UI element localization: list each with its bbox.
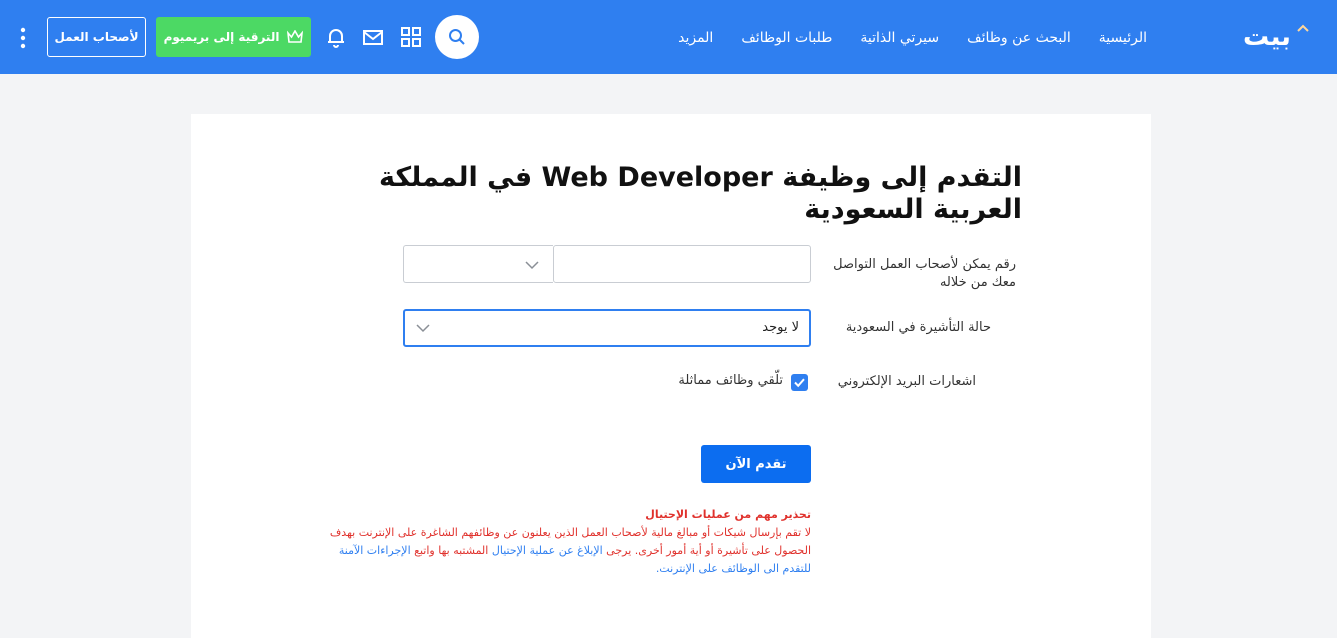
nav-home[interactable]: الرئيسية [1099, 26, 1147, 50]
page-title: التقدم إلى وظيفة Web Developer في المملك… [379, 162, 1022, 225]
nav-more[interactable]: المزيد [678, 26, 713, 50]
fraud-warning-text: لا تقم بإرسال شيكات أو مبالغ مالية لأصحا… [311, 524, 811, 578]
logo-caret-icon [1297, 24, 1309, 32]
fraud-warning-title: تحذير مهم من عمليات الإحتيال [645, 508, 811, 521]
nav-job-search[interactable]: البحث عن وظائف [967, 26, 1071, 50]
search-icon [449, 29, 465, 45]
bayt-logo[interactable]: بيت [1227, 20, 1307, 54]
chevron-down-icon [416, 324, 430, 333]
mail-icon[interactable] [362, 26, 384, 48]
visa-status-value: لا يوجد [762, 320, 799, 335]
chevron-down-icon [525, 261, 539, 270]
report-fraud-link[interactable]: الإبلاغ عن عملية الإحتيال [492, 544, 603, 557]
apps-grid-icon[interactable] [400, 26, 422, 48]
visa-status-select[interactable]: لا يوجد [403, 309, 811, 347]
nav-applications[interactable]: طلبات الوظائف [741, 26, 832, 50]
upgrade-premium-label: الترقية إلى بريميوم [163, 30, 280, 44]
bell-icon[interactable] [325, 26, 347, 48]
apply-form-card: التقدم إلى وظيفة Web Developer في المملك… [191, 114, 1151, 638]
fraud-warning-text-2: المشتبه بها واتبع [410, 544, 492, 557]
similar-jobs-checkbox[interactable] [791, 374, 808, 391]
crown-icon [287, 30, 304, 43]
nav-my-cv[interactable]: سيرتي الذاتية [860, 26, 939, 50]
phone-label: رقم يمكن لأصحاب العمل التواصل معك من خلا… [833, 257, 1016, 290]
visa-status-label: حالة التأشيرة في السعودية [845, 320, 991, 335]
employers-button[interactable]: لأصحاب العمل [47, 17, 146, 57]
top-navbar: بيت الرئيسية البحث عن وظائف سيرتي الذاتي… [0, 0, 1337, 74]
apply-now-button[interactable]: تقدم الآن [701, 445, 811, 483]
country-code-select[interactable] [403, 245, 553, 283]
phone-input[interactable] [553, 245, 811, 283]
upgrade-premium-button[interactable]: الترقية إلى بريميوم [156, 17, 311, 57]
search-button[interactable] [435, 15, 479, 59]
fraud-warning: تحذير مهم من عمليات الإحتيال لا تقم بإرس… [311, 506, 811, 578]
similar-jobs-label: تلّقي وظائف مماثلة [678, 373, 783, 388]
more-menu-icon[interactable] [18, 27, 28, 49]
checkmark-icon [794, 378, 805, 388]
main-nav: الرئيسية البحث عن وظائف سيرتي الذاتية طل… [650, 26, 1147, 50]
